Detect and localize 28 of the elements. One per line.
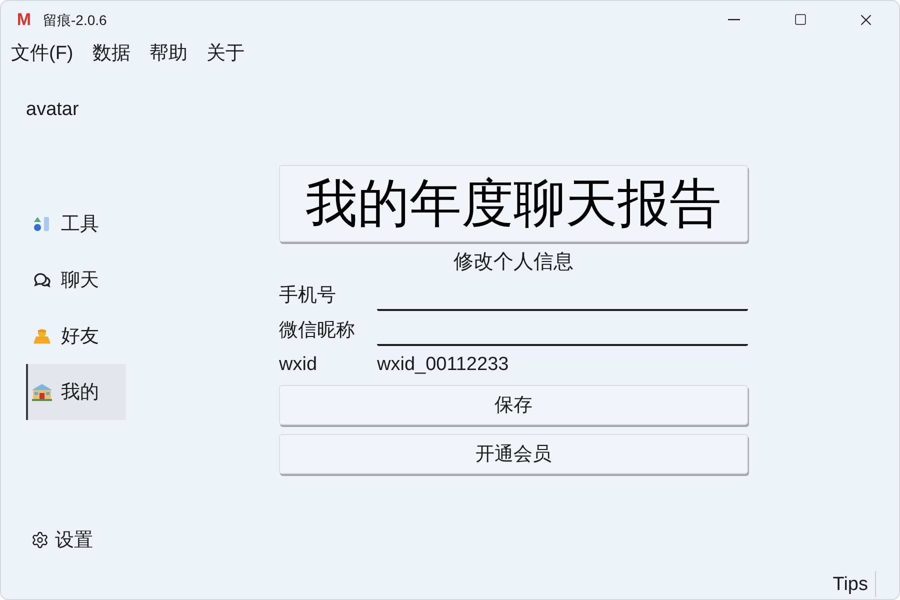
menu-item[interactable]: 文件(F) xyxy=(11,44,74,62)
sidebar-item[interactable]: 好友 xyxy=(26,308,126,364)
settings-button[interactable]: 设置 xyxy=(26,520,126,560)
wxid-value: wxid_00112233 xyxy=(377,354,509,374)
person-icon xyxy=(33,328,51,344)
sidebar-item[interactable]: 我的 xyxy=(26,364,126,420)
window-title: 留痕-2.0.6 xyxy=(43,12,107,26)
menu-item[interactable]: 数据 xyxy=(92,44,130,62)
maximize-icon xyxy=(794,13,806,26)
report-button[interactable]: 我的年度聊天报告 xyxy=(279,165,748,242)
avatar-label: avatar xyxy=(26,99,79,121)
menu-item[interactable]: 关于 xyxy=(206,44,244,62)
tips-label: Tips xyxy=(832,574,868,594)
field-label: 微信昵称 xyxy=(279,321,356,340)
action-button[interactable]: 保存 xyxy=(279,385,748,425)
field-label: 手机号 xyxy=(279,286,337,305)
house-icon xyxy=(31,383,53,401)
menu-item[interactable]: 帮助 xyxy=(149,44,188,62)
app-logo: M xyxy=(16,11,32,28)
minimize-icon xyxy=(728,18,740,20)
wxid-label: wxid xyxy=(279,354,318,374)
sidebar-item[interactable]: 工具 xyxy=(26,196,126,252)
action-button[interactable]: 开通会员 xyxy=(279,434,748,474)
chat-bubbles-icon xyxy=(33,272,51,288)
settings-icon xyxy=(31,531,49,549)
sidebar-item[interactable]: 聊天 xyxy=(26,252,126,308)
shapes-icon xyxy=(33,216,51,232)
section-title: 修改个人信息 xyxy=(454,250,574,274)
